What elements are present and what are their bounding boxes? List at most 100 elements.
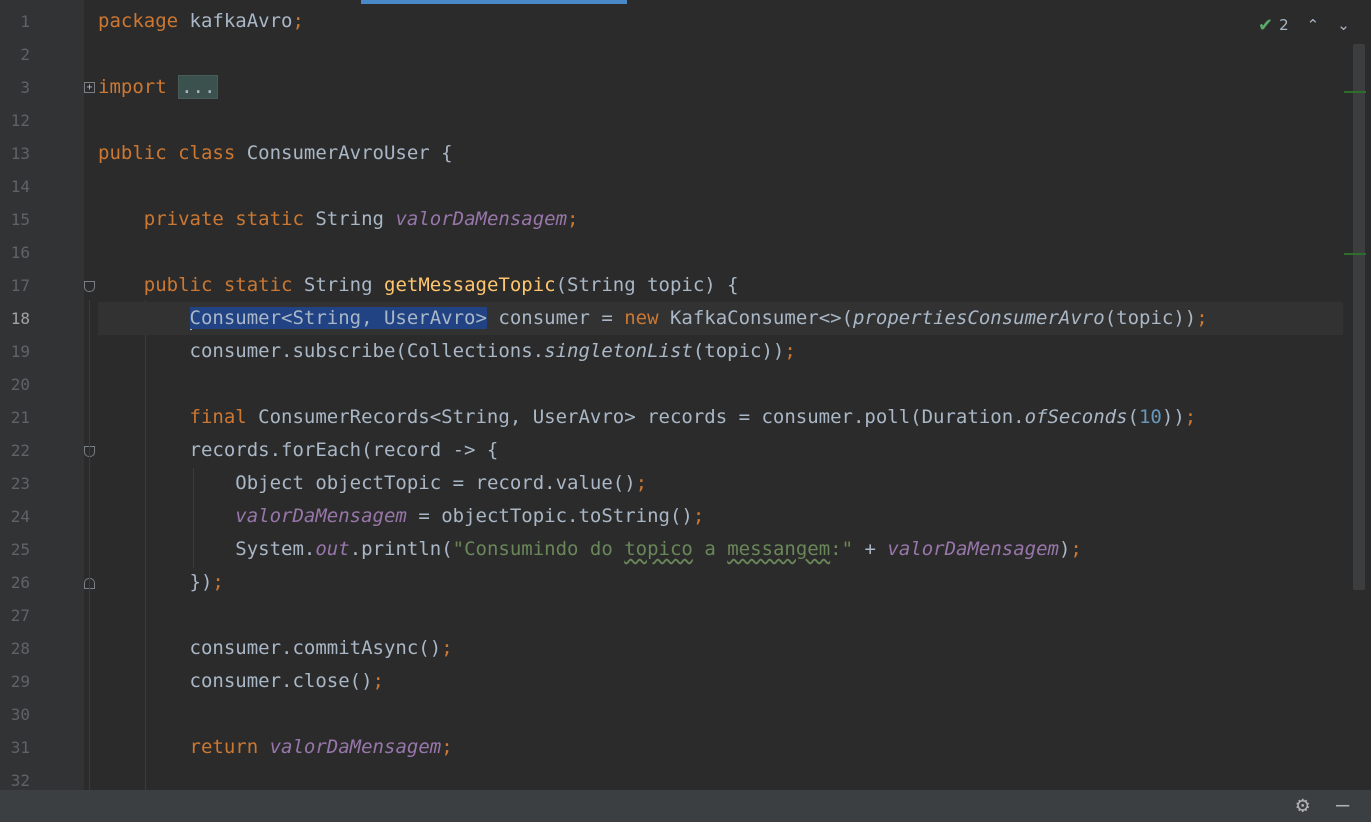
gear-icon[interactable]: ⚙ (1296, 794, 1309, 818)
keyword: package (98, 10, 179, 32)
field: valorDaMensagem (395, 208, 568, 230)
code: records.forEach(record -> { (189, 439, 499, 461)
line-number: 27 (10, 606, 30, 625)
code: consumer.commitAsync() (189, 637, 442, 659)
minimize-icon[interactable]: — (1336, 794, 1349, 818)
semicolon: ; (1184, 406, 1197, 428)
collapsed-imports[interactable]: ... (178, 75, 219, 99)
inspection-widget[interactable]: ✔ 2 ⌃ ⌄ (1258, 12, 1350, 38)
semicolon: ; (292, 10, 304, 32)
code: Object objectTopic = record.value() (235, 472, 636, 494)
scroll-change-marker (1344, 91, 1366, 93)
line-number: 17 (10, 276, 30, 295)
line-number: 30 (10, 705, 30, 724)
keyword: import (98, 76, 167, 98)
line-number: 16 (10, 243, 30, 262)
line-number: 29 (10, 672, 30, 691)
line-number: 19 (10, 342, 30, 361)
string-literal: :" (830, 538, 854, 560)
code: (topic)) (1104, 307, 1197, 329)
semicolon: ; (372, 670, 384, 692)
code-line: import ... (98, 71, 1343, 104)
expand-fold-icon[interactable] (84, 82, 95, 93)
method-name: getMessageTopic (384, 274, 556, 296)
code-line: final ConsumerRecords<String, UserAvro> … (98, 401, 1343, 434)
active-tab-indicator (361, 0, 627, 4)
line-number: 12 (10, 111, 30, 130)
line-number: 28 (10, 639, 30, 658)
editor-tab-strip (0, 0, 1371, 4)
keyword: new (624, 307, 659, 329)
semicolon: ; (212, 571, 224, 593)
vertical-scrollbar[interactable] (1353, 44, 1365, 590)
line-number: 15 (10, 210, 30, 229)
line-number: 13 (10, 144, 30, 163)
line-number: 24 (10, 507, 30, 526)
semicolon: ; (635, 472, 648, 494)
keyword: static (223, 208, 304, 230)
code: KafkaConsumer<>( (658, 307, 854, 329)
code-line: private static String valorDaMensagem; (98, 203, 1343, 236)
collapse-fold-icon[interactable] (84, 281, 95, 292)
number-literal: 10 (1138, 406, 1162, 428)
keyword: public (143, 274, 213, 296)
code-editor[interactable]: package kafkaAvro; import ... public cla… (98, 5, 1343, 790)
check-icon: ✔ (1258, 14, 1274, 36)
method-call: propertiesConsumerAvro (853, 307, 1105, 329)
code-line: System.out.println("Consumindo do topico… (98, 533, 1343, 566)
typo-word: messangem (727, 538, 831, 560)
chevron-down-icon[interactable]: ⌄ (1337, 16, 1350, 34)
code-line: package kafkaAvro; (98, 5, 1343, 38)
code: = objectTopic.toString() (406, 505, 693, 527)
semicolon: ; (692, 505, 705, 527)
string-literal: "Consumindo do (452, 538, 625, 560)
keyword: return (189, 736, 259, 758)
indent-guide (89, 300, 90, 790)
fold-gutter (84, 0, 98, 790)
line-number-current: 18 (10, 309, 30, 328)
line-number: 25 (10, 540, 30, 559)
code: consumer.close() (189, 670, 373, 692)
line-number: 14 (10, 177, 30, 196)
code: consumer = (486, 307, 625, 329)
line-number: 21 (10, 408, 30, 427)
class-name: ConsumerAvroUser { (235, 142, 453, 164)
line-number-gutter: 1 2 3 12 13 14 15 16 17 18 19 20 21 22 2… (0, 0, 84, 790)
code-line: }); (98, 566, 1343, 599)
string-literal: a (692, 538, 728, 560)
code-line: public class ConsumerAvroUser { (98, 137, 1343, 170)
semicolon: ; (1196, 307, 1208, 329)
bottom-toolbar: ⚙ — (0, 790, 1371, 822)
semicolon: ; (784, 340, 796, 362)
keyword: public (98, 142, 167, 164)
line-number: 2 (20, 45, 30, 64)
line-number: 1 (20, 12, 30, 31)
code: + (853, 538, 888, 560)
code-line-current: Consumer<String, UserAvro> consumer = ne… (98, 302, 1343, 335)
keyword: static (212, 274, 293, 296)
code-line: records.forEach(record -> { (98, 434, 1343, 467)
type: String (292, 274, 384, 296)
semicolon: ; (567, 208, 579, 230)
inspection-count: 2 (1279, 16, 1289, 34)
code: ConsumerRecords<String, UserAvro> record… (246, 406, 1025, 428)
type: String (303, 208, 396, 230)
static-field: out (315, 538, 350, 560)
code-line: public static String getMessageTopic(Str… (98, 269, 1343, 302)
code-line: return valorDaMensagem; (98, 731, 1343, 764)
method-call: ofSeconds (1024, 406, 1128, 428)
code-line: consumer.close(); (98, 665, 1343, 698)
chevron-up-icon[interactable]: ⌃ (1307, 16, 1320, 34)
code-line: Object objectTopic = record.value(); (98, 467, 1343, 500)
selected-text[interactable]: Consumer<String, UserAvro> (189, 307, 487, 329)
code: System. (235, 538, 316, 560)
keyword: final (189, 406, 247, 428)
method-params: (String topic) { (555, 274, 739, 296)
typo-word: topico (624, 538, 693, 560)
